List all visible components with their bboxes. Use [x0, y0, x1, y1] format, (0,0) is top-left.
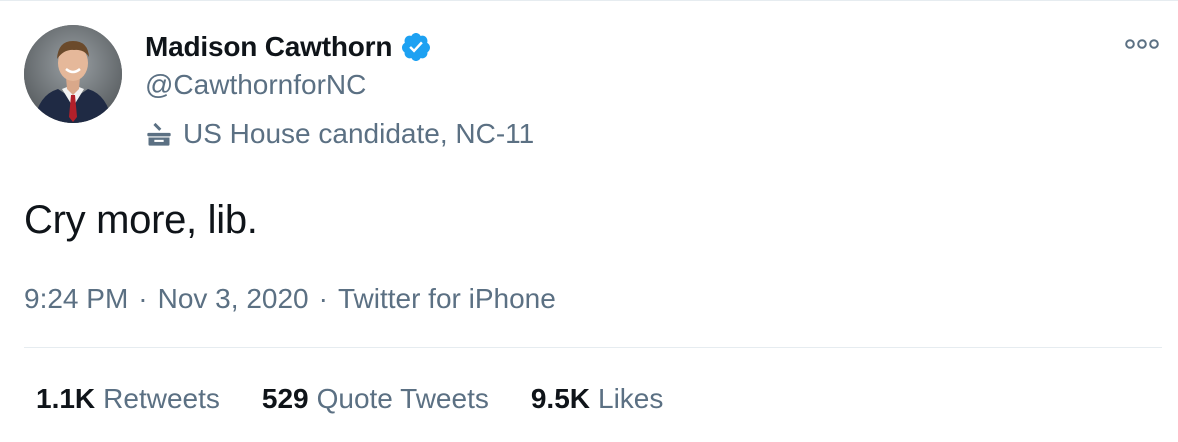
- user-handle[interactable]: @CawthornforNC: [145, 67, 366, 103]
- retweets-label: Retweets: [103, 383, 220, 414]
- tweet-stats: 1.1K Retweets 529 Quote Tweets 9.5K Like…: [36, 381, 705, 417]
- likes-label: Likes: [598, 383, 664, 414]
- tweet-text: Cry more, lib.: [24, 198, 258, 242]
- tweet-date[interactable]: Nov 3, 2020: [158, 283, 309, 315]
- more-options-button[interactable]: [1122, 29, 1162, 59]
- avatar[interactable]: [24, 25, 122, 123]
- more-options-icon: [1125, 39, 1159, 49]
- user-name-row: Madison Cawthorn: [145, 27, 432, 67]
- tweet-meta: 9:24 PM · Nov 3, 2020 · Twitter for iPho…: [24, 281, 556, 317]
- user-label: US House candidate, NC-11: [145, 116, 534, 152]
- likes-stat[interactable]: 9.5K Likes: [531, 383, 664, 415]
- quote-tweets-count: 529: [261, 383, 309, 414]
- divider: [24, 347, 1162, 348]
- meta-separator: ·: [138, 283, 148, 314]
- quote-tweets-stat[interactable]: 529 Quote Tweets: [262, 383, 489, 415]
- label-text: US House candidate, NC-11: [183, 118, 535, 149]
- retweets-stat[interactable]: 1.1K Retweets: [36, 383, 220, 415]
- ballot-box-icon: [147, 122, 171, 146]
- display-name[interactable]: Madison Cawthorn: [145, 31, 392, 63]
- likes-count: 9.5K: [530, 383, 591, 414]
- tweet-source[interactable]: Twitter for iPhone: [338, 283, 556, 315]
- meta-separator: ·: [318, 283, 328, 314]
- verified-badge-icon: [402, 33, 431, 61]
- retweets-count: 1.1K: [36, 383, 96, 414]
- quote-tweets-label: Quote Tweets: [316, 383, 489, 414]
- tweet-card: Madison Cawthorn @CawthornforNC US House…: [0, 0, 1178, 442]
- tweet-time[interactable]: 9:24 PM: [24, 283, 128, 315]
